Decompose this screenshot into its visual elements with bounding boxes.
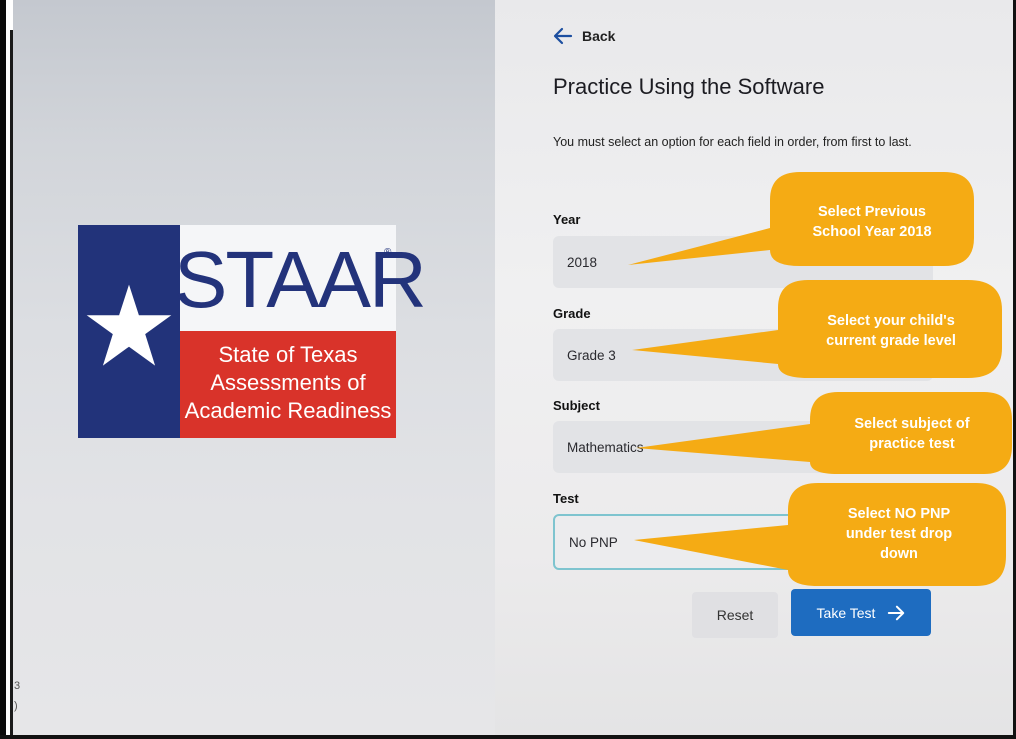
callout-line: practice test [869,436,955,452]
callout-annotations [628,172,1012,586]
callout-test: Select NO PNP under test drop down [792,504,1006,564]
callout-line: Select subject of [854,416,970,432]
callout-line: Select NO PNP [847,506,951,522]
callout-line: current grade level [826,333,956,349]
callout-line: down [880,546,918,562]
callout-subject: Select subject of practice test [812,414,1012,454]
callout-line: Select Previous [818,204,926,220]
callout-line: School Year 2018 [812,224,932,240]
callout-grade: Select your child's current grade level [780,311,1002,351]
callout-line: under test drop [845,526,953,542]
callout-year: Select Previous School Year 2018 [770,202,974,242]
callout-line: Select your child's [827,313,955,329]
